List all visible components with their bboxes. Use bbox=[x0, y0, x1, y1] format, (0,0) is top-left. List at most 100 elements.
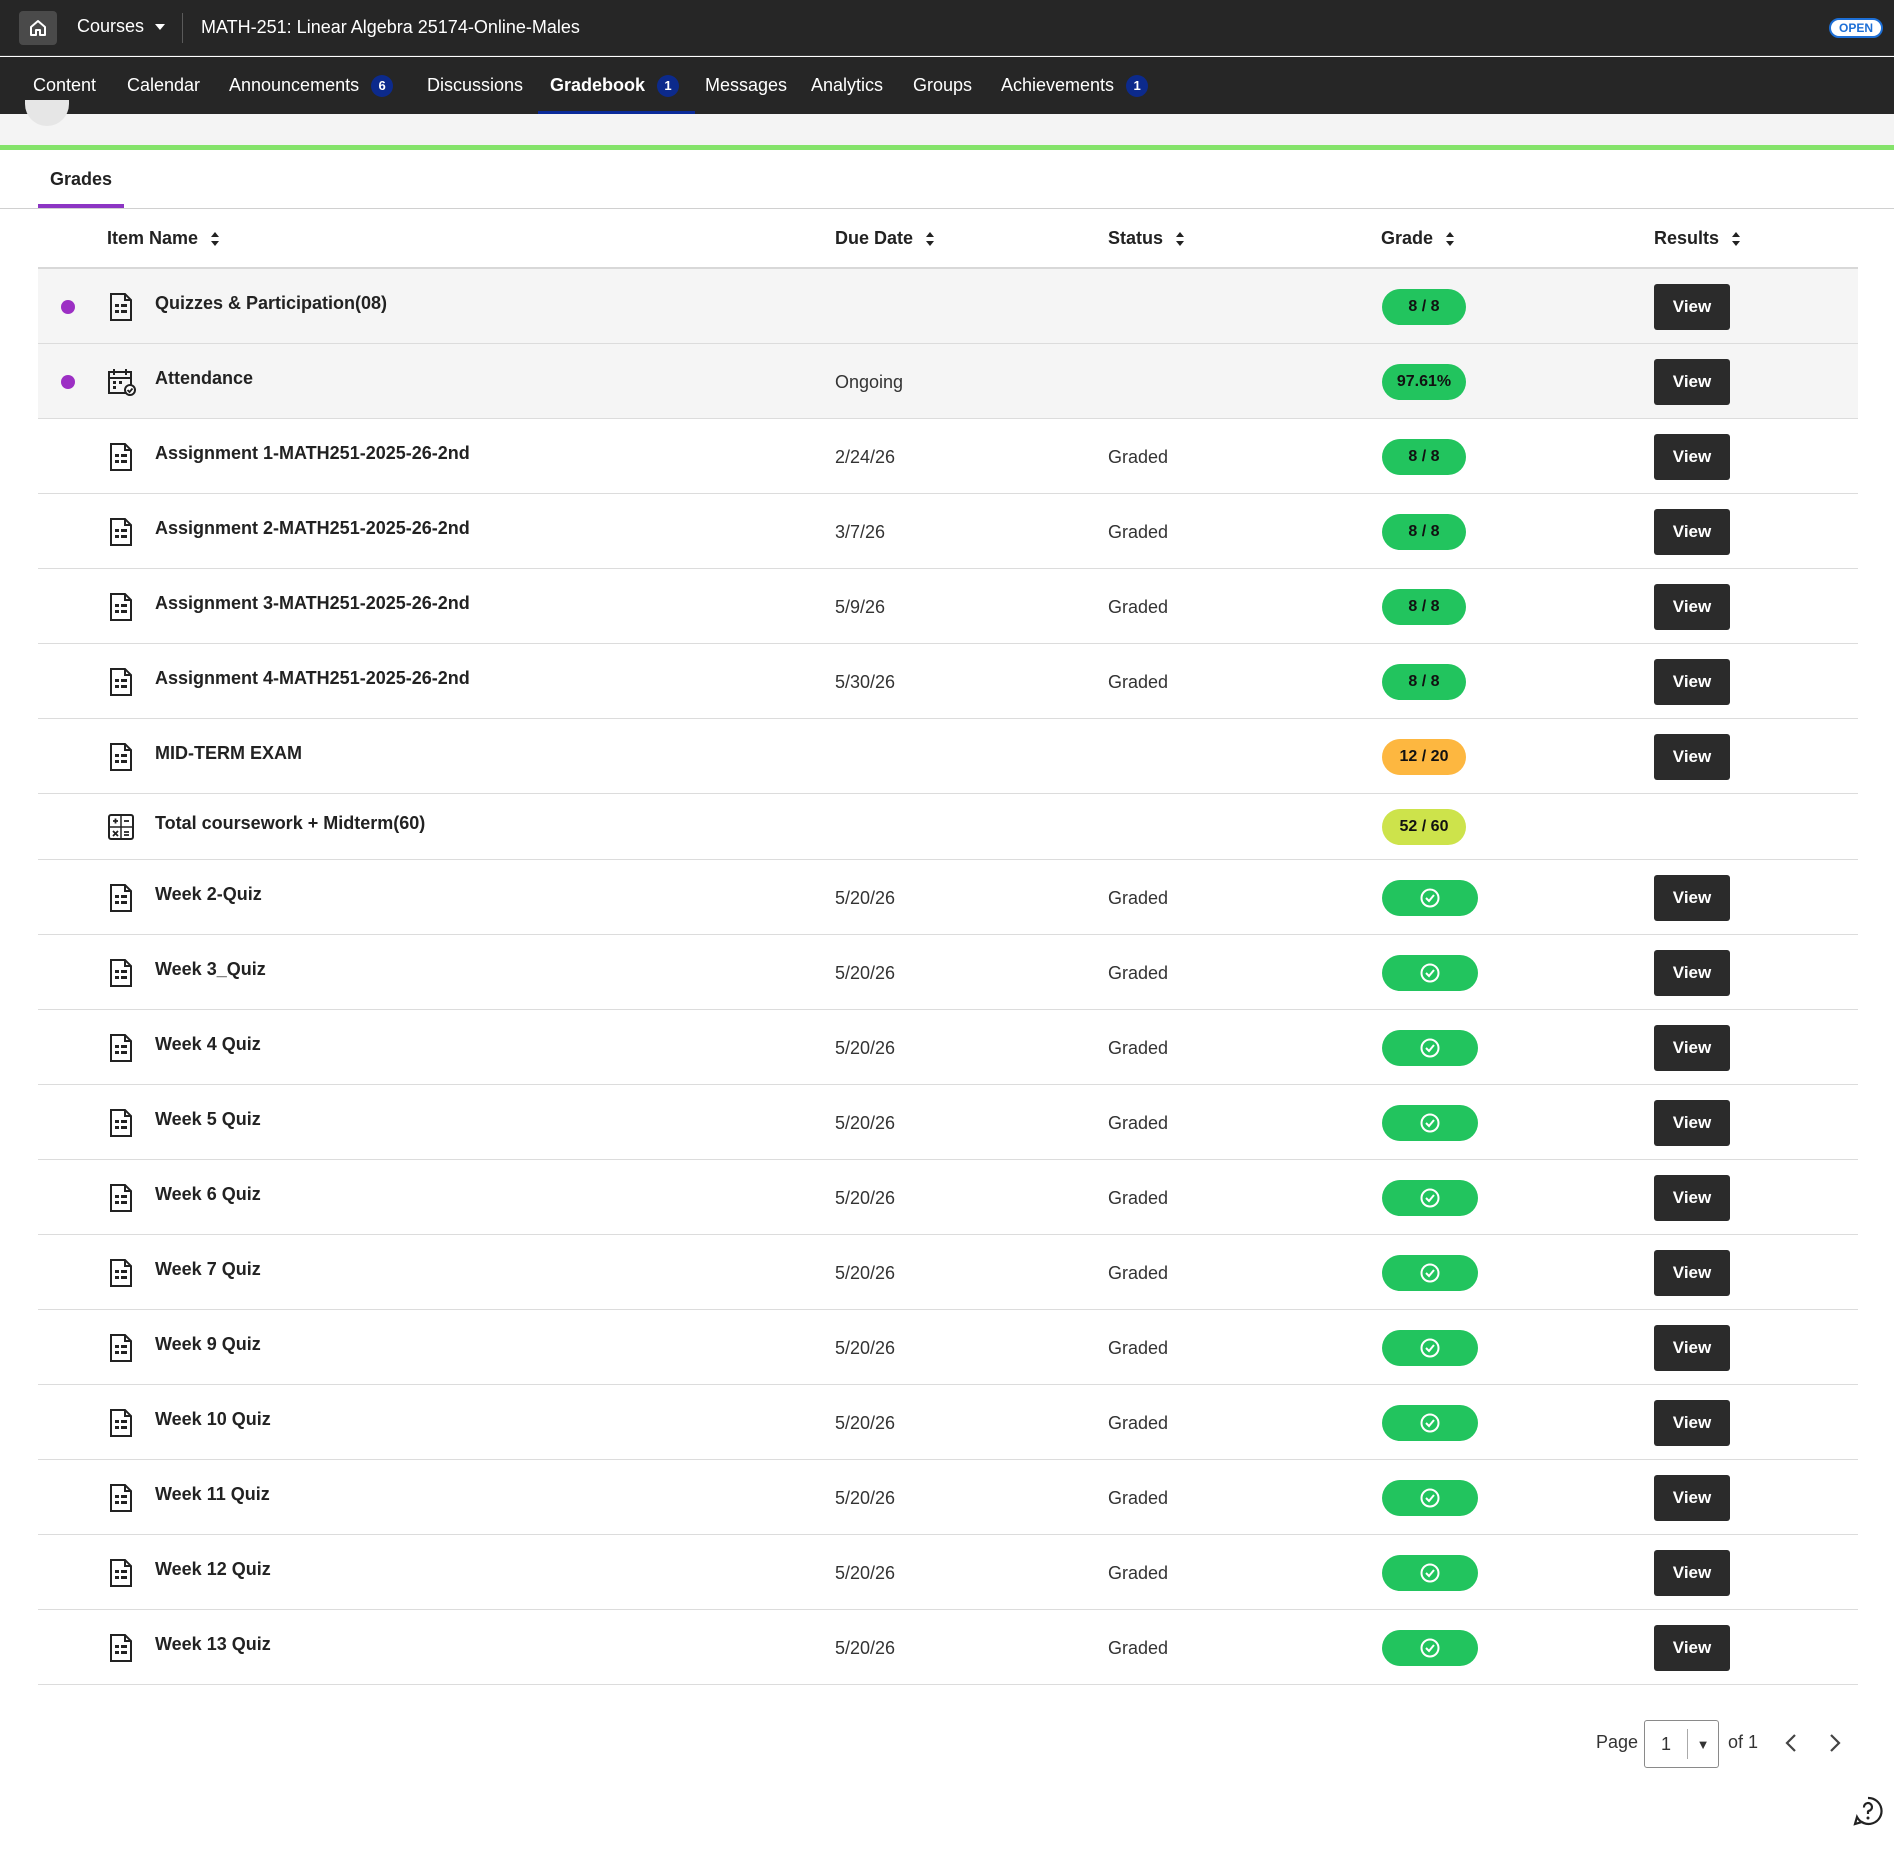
nav-item-achievements[interactable]: Achievements1 bbox=[1001, 57, 1148, 114]
view-results-button[interactable]: View bbox=[1654, 1625, 1730, 1671]
table-row: Week 7 Quiz5/20/26GradedView bbox=[38, 1235, 1858, 1310]
calendar-check-icon bbox=[107, 367, 135, 397]
view-results-button[interactable]: View bbox=[1654, 950, 1730, 996]
table-row: Quizzes & Participation(08)8 / 8View bbox=[38, 269, 1858, 344]
view-results-button[interactable]: View bbox=[1654, 359, 1730, 405]
status-text: Graded bbox=[1108, 963, 1168, 984]
table-row: AttendanceOngoing97.61%View bbox=[38, 344, 1858, 419]
item-name: Week 4 Quiz bbox=[155, 1034, 261, 1055]
grade-complete-badge bbox=[1382, 1105, 1478, 1141]
column-header-status[interactable]: Status bbox=[1108, 228, 1185, 249]
help-icon bbox=[1852, 1795, 1884, 1827]
view-results-button[interactable]: View bbox=[1654, 584, 1730, 630]
table-row: Week 6 Quiz5/20/26GradedView bbox=[38, 1160, 1858, 1235]
home-button[interactable] bbox=[19, 11, 57, 45]
due-date: 5/20/26 bbox=[835, 888, 895, 909]
sort-icon bbox=[1175, 231, 1185, 247]
nav-item-groups[interactable]: Groups bbox=[913, 57, 972, 114]
status-text: Graded bbox=[1108, 672, 1168, 693]
view-results-button[interactable]: View bbox=[1654, 1400, 1730, 1446]
column-header-results[interactable]: Results bbox=[1654, 228, 1741, 249]
view-results-button[interactable]: View bbox=[1654, 659, 1730, 705]
check-circle-icon bbox=[1419, 1337, 1441, 1359]
table-row: Assignment 1-MATH251-2025-26-2nd2/24/26G… bbox=[38, 419, 1858, 494]
nav-item-analytics[interactable]: Analytics bbox=[811, 57, 883, 114]
check-circle-icon bbox=[1419, 1262, 1441, 1284]
nav-item-calendar[interactable]: Calendar bbox=[127, 57, 200, 114]
due-date: 5/20/26 bbox=[835, 1413, 895, 1434]
document-icon bbox=[107, 667, 135, 697]
column-header-grade[interactable]: Grade bbox=[1381, 228, 1455, 249]
due-date: 5/20/26 bbox=[835, 1638, 895, 1659]
grade-complete-badge bbox=[1382, 1405, 1478, 1441]
view-results-button[interactable]: View bbox=[1654, 734, 1730, 780]
document-icon bbox=[107, 1258, 135, 1288]
nav-item-label: Analytics bbox=[811, 75, 883, 96]
view-results-button[interactable]: View bbox=[1654, 434, 1730, 480]
nav-item-discussions[interactable]: Discussions bbox=[427, 57, 523, 114]
sort-icon bbox=[1731, 231, 1741, 247]
view-results-button[interactable]: View bbox=[1654, 1550, 1730, 1596]
chevron-left-icon bbox=[1784, 1733, 1798, 1753]
nav-item-label: Discussions bbox=[427, 75, 523, 96]
due-date: 5/20/26 bbox=[835, 1263, 895, 1284]
courses-dropdown[interactable]: Courses bbox=[77, 16, 166, 37]
view-results-button[interactable]: View bbox=[1654, 284, 1730, 330]
help-button[interactable] bbox=[1852, 1795, 1884, 1827]
item-name: Week 7 Quiz bbox=[155, 1259, 261, 1280]
document-icon bbox=[107, 742, 135, 772]
previous-page-button[interactable] bbox=[1776, 1728, 1806, 1758]
item-name: Assignment 3-MATH251-2025-26-2nd bbox=[155, 593, 470, 614]
check-circle-icon bbox=[1419, 1412, 1441, 1434]
column-header-item-name[interactable]: Item Name bbox=[107, 228, 220, 249]
check-circle-icon bbox=[1419, 1637, 1441, 1659]
column-label: Item Name bbox=[107, 228, 198, 249]
table-row: Assignment 3-MATH251-2025-26-2nd5/9/26Gr… bbox=[38, 569, 1858, 644]
grade-complete-badge bbox=[1382, 1255, 1478, 1291]
accent-line bbox=[0, 145, 1894, 150]
view-results-button[interactable]: View bbox=[1654, 509, 1730, 555]
view-results-button[interactable]: View bbox=[1654, 1475, 1730, 1521]
status-text: Graded bbox=[1108, 1113, 1168, 1134]
due-date: 5/20/26 bbox=[835, 1563, 895, 1584]
document-icon bbox=[107, 1108, 135, 1138]
check-circle-icon bbox=[1419, 1562, 1441, 1584]
grade-complete-badge bbox=[1382, 1180, 1478, 1216]
status-text: Graded bbox=[1108, 1038, 1168, 1059]
due-date: Ongoing bbox=[835, 372, 903, 393]
grade-badge: 8 / 8 bbox=[1382, 439, 1466, 475]
view-results-button[interactable]: View bbox=[1654, 1325, 1730, 1371]
document-icon bbox=[107, 442, 135, 472]
nav-item-messages[interactable]: Messages bbox=[705, 57, 787, 114]
item-name: Week 11 Quiz bbox=[155, 1484, 270, 1505]
page-select[interactable]: 1 ▼ bbox=[1644, 1720, 1719, 1768]
due-date: 5/20/26 bbox=[835, 1488, 895, 1509]
document-icon bbox=[107, 1483, 135, 1513]
check-circle-icon bbox=[1419, 1487, 1441, 1509]
count-badge: 1 bbox=[1126, 75, 1148, 97]
sort-icon bbox=[925, 231, 935, 247]
nav-item-announcements[interactable]: Announcements6 bbox=[229, 57, 393, 114]
column-header-due-date[interactable]: Due Date bbox=[835, 228, 935, 249]
status-text: Graded bbox=[1108, 522, 1168, 543]
due-date: 5/20/26 bbox=[835, 1338, 895, 1359]
view-results-button[interactable]: View bbox=[1654, 1175, 1730, 1221]
tab-grades[interactable]: Grades bbox=[38, 150, 124, 208]
item-name: MID-TERM EXAM bbox=[155, 743, 302, 764]
nav-item-gradebook[interactable]: Gradebook1 bbox=[550, 57, 679, 114]
table-row: Week 11 Quiz5/20/26GradedView bbox=[38, 1460, 1858, 1535]
next-page-button[interactable] bbox=[1820, 1728, 1850, 1758]
grade-badge: 8 / 8 bbox=[1382, 289, 1466, 325]
nav-item-label: Groups bbox=[913, 75, 972, 96]
check-circle-icon bbox=[1419, 1112, 1441, 1134]
document-icon bbox=[107, 517, 135, 547]
view-results-button[interactable]: View bbox=[1654, 1100, 1730, 1146]
nav-item-label: Calendar bbox=[127, 75, 200, 96]
grade-badge: 8 / 8 bbox=[1382, 664, 1466, 700]
table-row: Week 3_Quiz5/20/26GradedView bbox=[38, 935, 1858, 1010]
status-text: Graded bbox=[1108, 447, 1168, 468]
document-icon bbox=[107, 1408, 135, 1438]
view-results-button[interactable]: View bbox=[1654, 1025, 1730, 1071]
view-results-button[interactable]: View bbox=[1654, 875, 1730, 921]
view-results-button[interactable]: View bbox=[1654, 1250, 1730, 1296]
